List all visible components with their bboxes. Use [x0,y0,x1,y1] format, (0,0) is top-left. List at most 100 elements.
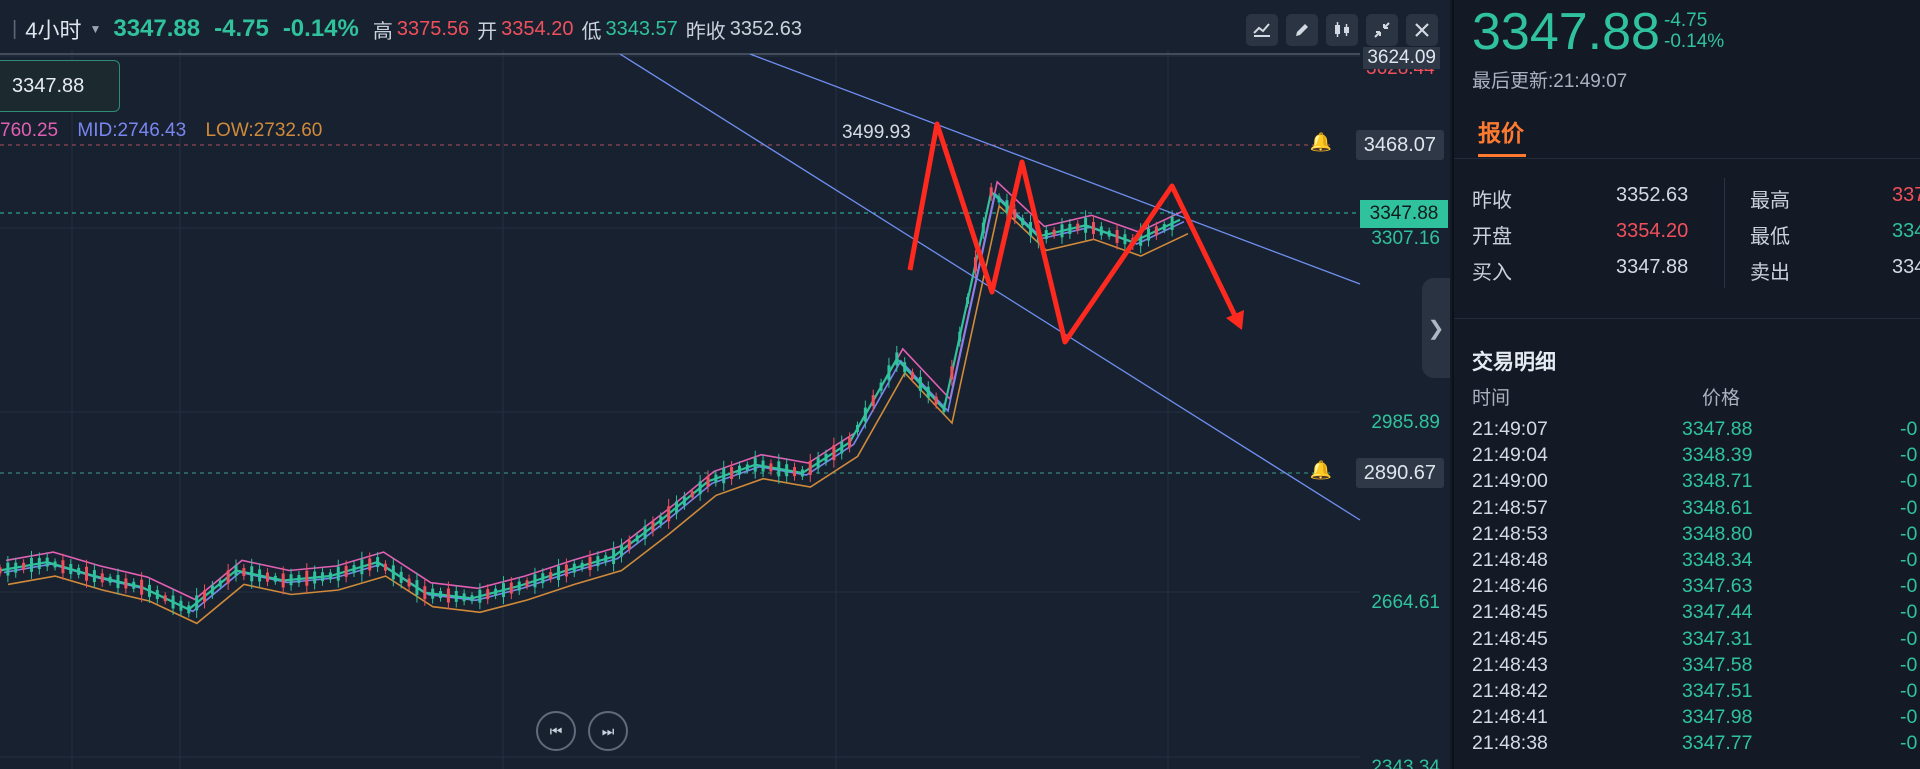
candle-body [761,460,765,472]
candle-body [863,407,867,422]
candlestick-icon[interactable] [1326,14,1358,46]
candle-body [1060,224,1064,238]
candle-body [737,465,741,475]
change-percent: -0.14% [1664,31,1725,52]
crosshair-price-tag: 3347.88 [0,60,120,112]
candle-body [92,570,96,583]
candle-body [887,365,891,381]
trade-change: -0 [1900,496,1918,519]
column-header-time: 时间 [1472,388,1511,409]
candle-body [997,196,1001,203]
compress-icon[interactable] [1366,14,1398,46]
trade-change: -0 [1900,627,1918,650]
candle-body [1154,226,1158,236]
open-label: 开 [477,20,498,43]
tab-quote[interactable]: 报价 [1478,114,1524,148]
price-chart[interactable]: 3499.933628.44 [0,0,1450,769]
candle-body [344,565,348,577]
pencil-icon[interactable] [1286,14,1318,46]
candle-body [439,591,443,599]
candle-body [879,382,883,391]
band-legend: 760.25 MID:2746.43 LOW:2732.60 [0,120,336,142]
candle-body [580,562,584,569]
candle-body [596,556,600,567]
current-price-label: 3347.88 [1360,200,1448,228]
trade-time: 21:48:41 [1472,706,1548,729]
prev-close-value: 3352.63 [729,17,803,40]
jump-end-button[interactable]: ⏭ [588,711,628,751]
chart-toolbar [1246,14,1438,46]
candle-body [1013,209,1017,220]
trade-time: 21:48:48 [1472,548,1548,571]
candle-body [612,549,616,565]
high-label: 高 [372,20,393,43]
trade-time: 21:48:45 [1472,601,1548,624]
candle-body [800,469,804,477]
collapse-panel-button[interactable]: ❯ [1422,278,1450,378]
candle-body [816,457,820,469]
candle-body [745,464,749,471]
interval-selector[interactable]: 4小时 [25,13,81,45]
ask-value: 334 [1892,256,1920,278]
trade-time: 21:48:46 [1472,575,1548,598]
trade-price: 3347.98 [1682,706,1753,729]
candle-body [981,222,985,234]
candle-body [179,600,183,611]
chevron-down-icon[interactable]: ▼ [89,22,101,36]
quote-label: 最低 [1750,226,1790,248]
alert-price-label[interactable]: 2890.67 [1355,458,1444,488]
candle-body [1068,223,1072,234]
trade-row: 21:48:45 3347.31 -0 [1454,628,1920,654]
band-mid-value: MID:2746.43 [77,120,187,141]
quote-label: 开盘 [1472,226,1512,248]
alert-price-label[interactable]: 3468.07 [1355,130,1444,160]
trade-price: 3347.58 [1682,653,1753,676]
low-label: 低 [581,20,602,43]
trade-row: 21:48:38 3347.77 -0 [1454,732,1920,758]
candle-body [942,406,946,413]
candle-body [242,568,246,577]
candle-body [824,453,828,462]
jump-start-button[interactable]: ⏮ [536,711,576,751]
trade-row: 21:49:04 3348.39 -0 [1454,444,1920,470]
candle-body [116,575,120,589]
candle-body [1170,216,1174,230]
candle-body [832,445,836,461]
candle-body [368,558,372,571]
trade-row: 21:48:48 3348.34 -0 [1454,549,1920,575]
candle-body [643,525,647,539]
candle-body [6,562,10,576]
candle-body [777,461,781,477]
price-change: -4.75 -0.14% [1664,10,1724,52]
candle-body [808,460,812,475]
trade-price: 3347.31 [1682,627,1753,650]
candle-body [210,585,214,595]
chart-pane[interactable]: 3499.933628.44 | 4小时 ▼ 3347.88 -4.75 -0.… [0,0,1450,769]
chevron-right-icon: ❯ [1427,317,1445,340]
indicator-icon[interactable] [1246,14,1278,46]
candle-body [494,588,498,596]
candle-body [698,481,702,495]
candle-body [470,595,474,602]
candle-body [1052,229,1056,236]
candle-body [258,569,262,582]
candle-body [147,584,151,597]
candle-body [722,468,726,484]
drawn-pattern-arrow [907,121,1243,345]
header-change-pct: -0.14% [282,15,359,42]
trade-change: -0 [1900,732,1918,755]
trade-list[interactable]: 21:49:07 3347.88 -0 21:49:04 3348.39 -0 21:49:… [1454,418,1920,758]
candle-body [203,590,207,603]
candle-body [903,362,907,373]
close-icon[interactable] [1406,14,1438,46]
candle-body [541,573,545,584]
quote-label: 买入 [1472,262,1512,284]
candle-body [1115,229,1119,243]
candle-body [14,562,18,573]
trend-line-upper [749,53,1361,285]
candle-body [651,521,655,532]
candle-body [635,535,639,542]
bell-icon[interactable]: 🔔 [1310,460,1332,481]
bell-icon[interactable]: 🔔 [1310,132,1332,153]
candle-body [336,566,340,581]
